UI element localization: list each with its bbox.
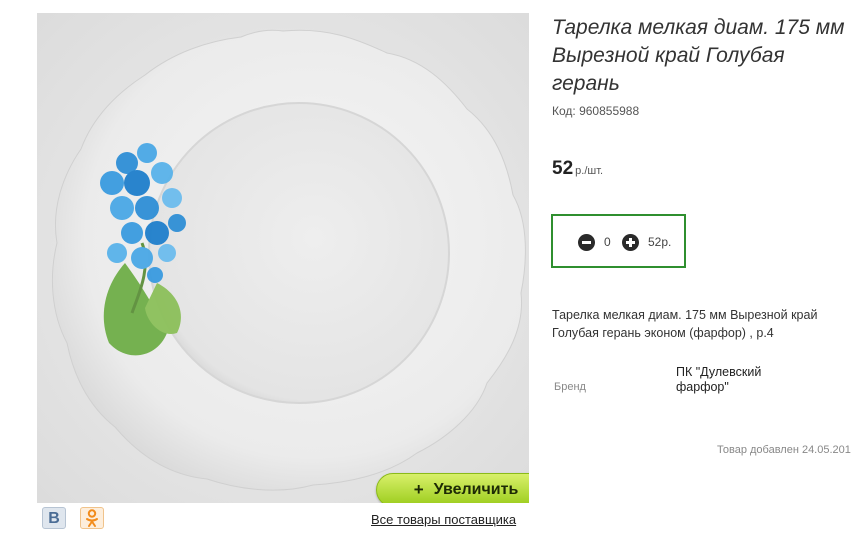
plus-icon-vertical — [629, 238, 632, 247]
price-unit: р./шт. — [575, 165, 604, 177]
vk-share-button[interactable]: В — [42, 507, 66, 529]
minus-icon — [582, 241, 591, 244]
all-supplier-products-link[interactable]: Все товары поставщика — [371, 512, 516, 527]
quantity-sum: 52р. — [648, 235, 672, 249]
vk-icon: В — [48, 510, 60, 527]
brand-value: ПК "Дулевский фарфор" — [676, 365, 762, 394]
zoom-button[interactable]: + Увеличить — [376, 473, 529, 503]
added-date: Товар добавлен 24.05.201 — [717, 444, 851, 456]
price-value: 52 — [552, 158, 574, 179]
increase-quantity-button[interactable] — [622, 234, 639, 251]
plate-image — [37, 13, 529, 503]
quantity-value: 0 — [604, 235, 611, 249]
ok-share-button[interactable] — [80, 507, 104, 529]
odnoklassniki-icon — [86, 509, 98, 527]
product-description: Тарелка мелкая диам. 175 мм Вырезной кра… — [552, 308, 818, 340]
zoom-label: Увеличить — [433, 481, 519, 498]
product-code: Код: 960855988 — [552, 104, 640, 118]
plus-icon: + — [413, 480, 424, 499]
quantity-stepper: 0 52р. — [551, 214, 686, 268]
brand-label: Бренд — [554, 381, 586, 393]
product-photo[interactable]: + Увеличить — [37, 13, 529, 503]
product-title: Тарелка мелкая диам. 175 мм Вырезной кра… — [552, 16, 845, 95]
product-price: 52 р./шт. — [552, 158, 603, 180]
decrease-quantity-button[interactable] — [578, 234, 595, 251]
